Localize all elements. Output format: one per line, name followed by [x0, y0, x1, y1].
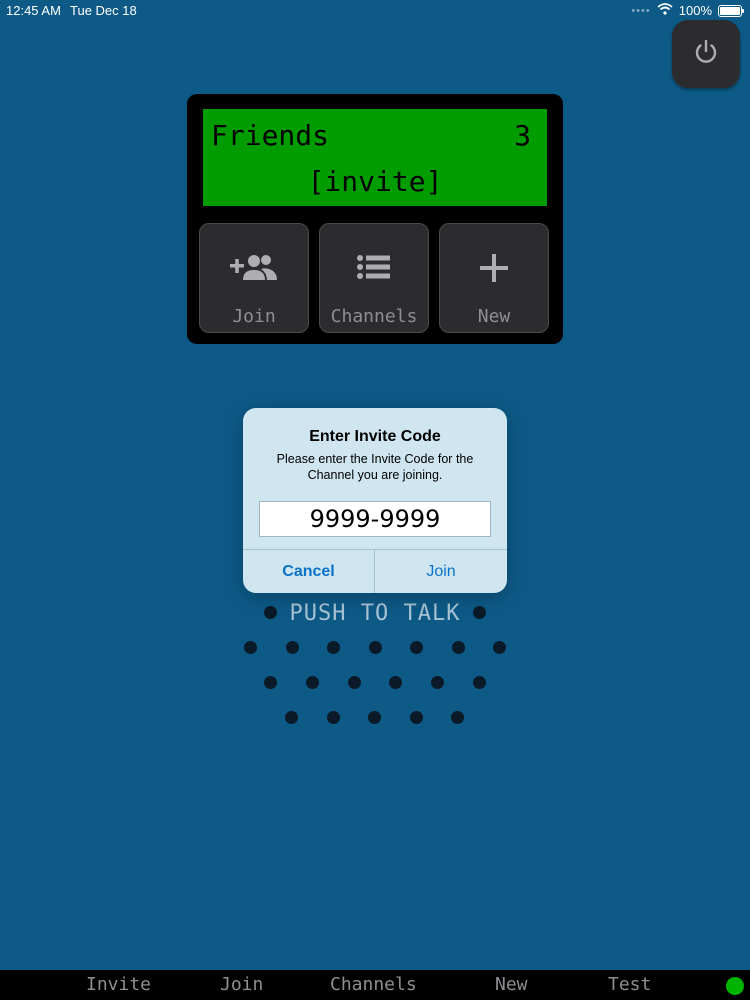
speaker-dot	[410, 711, 423, 724]
speaker-dot	[431, 676, 444, 689]
wifi-icon	[657, 3, 673, 18]
speaker-dot	[327, 711, 340, 724]
status-date: Tue Dec 18	[70, 3, 137, 18]
speaker-dot	[452, 641, 465, 654]
member-count: 3	[514, 119, 531, 152]
plus-icon	[440, 252, 548, 284]
radio-panel: Friends 3 [invite] Join Channels New	[187, 94, 563, 344]
channels-button-label: Channels	[330, 306, 418, 327]
invite-action[interactable]: [invite]	[203, 165, 547, 198]
connection-status-indicator	[726, 977, 744, 995]
power-icon	[691, 37, 721, 72]
add-person-icon	[200, 252, 308, 282]
status-time: 12:45 AM	[6, 3, 61, 18]
status-indicators: •••• 100%	[631, 3, 744, 18]
dialog-message: Please enter the Invite Code for the Cha…	[276, 452, 474, 482]
invite-code-input[interactable]	[259, 501, 491, 537]
join-button[interactable]: Join	[199, 223, 309, 333]
new-button-label: New	[477, 306, 511, 327]
signal-dots-icon: ••••	[631, 4, 651, 17]
speaker-dot	[244, 641, 257, 654]
speaker-dot	[473, 606, 486, 619]
speaker-dot	[306, 676, 319, 689]
status-bar: 12:45 AM Tue Dec 18 •••• 100%	[0, 0, 750, 22]
list-icon	[320, 252, 428, 282]
toolbar-join[interactable]: Join	[220, 974, 263, 995]
cancel-button[interactable]: Cancel	[243, 550, 374, 593]
toolbar-invite[interactable]: Invite	[86, 974, 151, 995]
push-to-talk-area[interactable]: PUSH TO TALK	[230, 595, 520, 745]
speaker-dot	[410, 641, 423, 654]
speaker-dot	[285, 711, 298, 724]
invite-code-dialog: Enter Invite Code Please enter the Invit…	[243, 408, 507, 593]
toolbar-channels[interactable]: Channels	[330, 974, 417, 995]
bottom-toolbar: Invite Join Channels New Test	[0, 970, 750, 1000]
lcd-display[interactable]: Friends 3 [invite]	[203, 109, 547, 206]
speaker-dot	[264, 676, 277, 689]
join-dialog-button[interactable]: Join	[375, 550, 507, 593]
speaker-dot	[348, 676, 361, 689]
battery-percent: 100%	[678, 3, 712, 18]
channel-name: Friends	[211, 119, 330, 152]
speaker-dot	[368, 711, 381, 724]
channels-button[interactable]: Channels	[319, 223, 429, 333]
speaker-dot	[451, 711, 464, 724]
speaker-dot	[286, 641, 299, 654]
speaker-dot	[389, 676, 402, 689]
toolbar-test[interactable]: Test	[608, 974, 651, 995]
speaker-dot	[327, 641, 340, 654]
toolbar-new[interactable]: New	[495, 974, 528, 995]
new-button[interactable]: New	[439, 223, 549, 333]
battery-icon	[718, 4, 744, 17]
speaker-dot	[264, 606, 277, 619]
speaker-dot	[369, 641, 382, 654]
dialog-title: Enter Invite Code	[309, 428, 441, 445]
speaker-dot	[473, 676, 486, 689]
join-button-label: Join	[232, 306, 276, 327]
power-button[interactable]	[672, 20, 740, 88]
speaker-dot	[493, 641, 506, 654]
